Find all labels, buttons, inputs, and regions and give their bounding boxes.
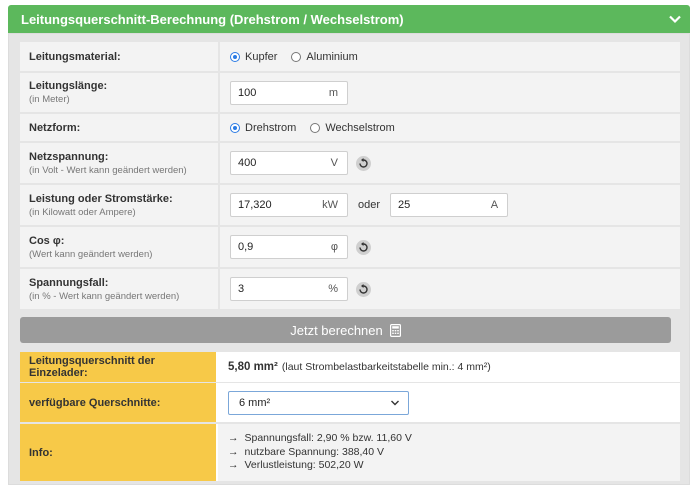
- cosphi-sublabel: (Wert kann geändert werden): [29, 248, 153, 260]
- cosphi-unit: φ: [330, 241, 338, 253]
- row-material: Leitungsmaterial: Kupfer Aluminium: [20, 42, 680, 71]
- info-list: → Spannungsfall: 2,90 % bzw. 11,60 V → nut…: [228, 432, 412, 473]
- row-length: Leitungslänge: (in Meter) 100 m: [20, 73, 680, 112]
- calculator-header[interactable]: Leitungsquerschnitt-Berechnung (Drehstro…: [8, 5, 690, 33]
- row-drop: Spannungsfall: (in % - Wert kann geänder…: [20, 269, 680, 309]
- power-ampere-unit: A: [490, 199, 499, 211]
- info-line: → Verlustleistung: 502,20 W: [228, 459, 364, 472]
- length-input[interactable]: 100 m: [230, 80, 348, 105]
- radio-aluminium-dot[interactable]: [291, 51, 302, 62]
- row-voltage: Netzspannung: (in Volt - Wert kann geänd…: [20, 143, 680, 183]
- result-info: Info: → Spannungsfall: 2,90 % bzw. 11,60 …: [20, 424, 680, 481]
- radio-kupfer[interactable]: Kupfer: [230, 51, 277, 63]
- cosphi-input[interactable]: 0,9 φ: [230, 235, 348, 259]
- row-cosphi: Cos φ: (Wert kann geändert werden) 0,9 φ: [20, 227, 680, 267]
- drop-input[interactable]: 3 %: [230, 277, 348, 301]
- reset-cosphi-icon[interactable]: [356, 239, 371, 255]
- voltage-label: Netzspannung:: [29, 150, 109, 163]
- arrow-right-icon: →: [228, 445, 239, 458]
- length-sublabel: (in Meter): [29, 94, 70, 105]
- chevron-down-icon: [391, 400, 399, 405]
- drop-sublabel: (in % - Wert kann geändert werden): [29, 290, 180, 302]
- reset-voltage-icon[interactable]: [356, 155, 371, 171]
- length-label: Leitungslänge:: [29, 80, 108, 92]
- power-ampere-input[interactable]: 25 A: [390, 193, 509, 217]
- row-network: Netzform: Drehstrom Wechselstrom: [20, 114, 680, 141]
- result-available: verfügbare Querschnitte: 6 mm²: [20, 383, 680, 422]
- radio-drehstrom-dot[interactable]: [230, 122, 240, 133]
- row-power: Leistung oder Stromstärke: (in Kilowatt …: [20, 185, 680, 225]
- cross-section-note: (laut Strombelastbarkeitstabelle min.: 4…: [281, 361, 491, 373]
- oder-label: oder: [358, 199, 381, 211]
- info-line: → Spannungsfall: 2,90 % bzw. 11,60 V: [228, 432, 412, 445]
- result-cross-section: Leitungsquerschnitt der Einzelader: 5,80…: [20, 352, 680, 382]
- radio-kupfer-dot[interactable]: [230, 51, 240, 62]
- network-label: Netzform:: [29, 121, 81, 134]
- length-unit: m: [328, 86, 338, 99]
- power-kw-input[interactable]: 17,320 kW: [230, 193, 348, 217]
- info-line: → nutzbare Spannung: 388,40 V: [228, 445, 385, 458]
- calculator-icon: [389, 323, 401, 337]
- drop-label: Spannungsfall:: [29, 276, 109, 289]
- reset-drop-icon[interactable]: [356, 281, 371, 297]
- chevron-down-icon[interactable]: [668, 12, 682, 26]
- arrow-right-icon: →: [228, 432, 239, 445]
- power-kw-unit: kW: [322, 199, 338, 211]
- header-title: Leitungsquerschnitt-Berechnung (Drehstro…: [21, 11, 404, 27]
- info-label: Info:: [29, 446, 53, 459]
- voltage-sublabel: (in Volt - Wert kann geändert werden): [29, 164, 187, 176]
- cross-section-label: Leitungsquerschnitt der Einzelader:: [29, 355, 155, 379]
- radio-drehstrom[interactable]: Drehstrom: [230, 122, 296, 134]
- radio-wechselstrom-dot[interactable]: [310, 122, 321, 133]
- voltage-input[interactable]: 400 V: [230, 151, 348, 175]
- calculate-button[interactable]: Jetzt berechnen: [20, 317, 671, 343]
- voltage-unit: V: [330, 157, 338, 169]
- cross-section-value: 5,80 mm²: [228, 361, 278, 373]
- available-select[interactable]: 6 mm²: [228, 390, 409, 415]
- material-label: Leitungsmaterial:: [29, 50, 121, 63]
- arrow-right-icon: →: [228, 459, 239, 472]
- drop-unit: %: [328, 283, 338, 295]
- power-sublabel: (in Kilowatt oder Ampere): [29, 206, 136, 218]
- power-label: Leistung oder Stromstärke:: [29, 192, 173, 205]
- cosphi-label: Cos φ:: [29, 234, 65, 247]
- radio-aluminium[interactable]: Aluminium: [291, 51, 358, 63]
- available-label: verfügbare Querschnitte:: [29, 396, 161, 409]
- radio-wechselstrom[interactable]: Wechselstrom: [310, 122, 395, 134]
